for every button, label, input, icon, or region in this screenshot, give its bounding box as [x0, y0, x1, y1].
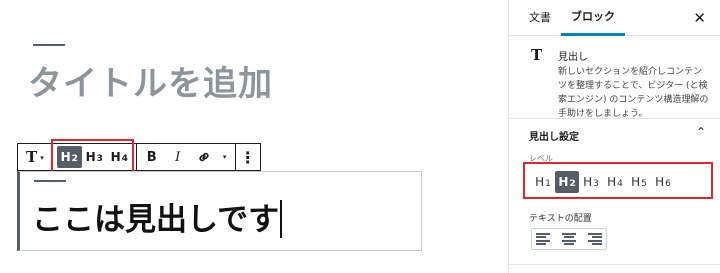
align-right-icon[interactable] [586, 232, 602, 246]
heading-text: ここは見出しです [32, 202, 280, 238]
level-h4-button[interactable]: H4 [603, 171, 627, 193]
heading-level-number: 3 [593, 179, 599, 189]
heading-letter: H [110, 150, 121, 164]
close-icon[interactable]: ✕ [693, 9, 706, 27]
tab-document[interactable]: 文書 [519, 0, 561, 36]
heading-block-icon: T [531, 46, 543, 64]
heading-letter: H [558, 175, 569, 189]
heading-level-number: 3 [96, 154, 103, 164]
panel-title: 見出し設定 [529, 132, 579, 143]
toolbar-heading-2-button[interactable]: H2 [56, 146, 82, 168]
block-type-switcher[interactable]: T ▾ [18, 144, 52, 170]
sidebar-tabs: 文書 ブロック ✕ [509, 0, 720, 36]
heading-level-number: 1 [545, 179, 551, 189]
chevron-down-icon: ▾ [40, 152, 44, 162]
block-toolbar: T ▾ H2 H3 H4 B I ▾ ⋮ [17, 143, 261, 171]
block-card-title: 見出し [558, 52, 588, 63]
text-alignment-label: テキストの配置 [529, 214, 592, 224]
text-alignment-group [531, 228, 607, 250]
heading-letter: H [85, 150, 96, 164]
heading-level-selector: H1 H2 H3 H4 H5 H6 [531, 170, 675, 194]
heading-letter: H [583, 175, 593, 189]
heading-letter: H [631, 175, 641, 189]
align-left-icon[interactable] [536, 232, 552, 246]
heading-level-number: 2 [71, 154, 78, 164]
post-title-input[interactable]: タイトルを追加 [28, 56, 273, 105]
heading-block[interactable]: ここは見出しです [17, 171, 422, 251]
heading-level-number: 4 [617, 179, 623, 189]
heading-level-number: 4 [121, 154, 128, 164]
panel-divider [509, 264, 720, 265]
bold-button[interactable]: B [139, 144, 165, 170]
toolbar-heading-3-button[interactable]: H3 [82, 146, 107, 168]
format-group: B I ▾ [137, 144, 235, 170]
heading-block-icon: T [26, 148, 38, 166]
heading-letter: H [60, 150, 71, 164]
level-label: レベル [529, 154, 553, 163]
settings-sidebar: 文書 ブロック ✕ T 見出し 新しいセクションを紹介しコンテンツを整理すること… [508, 0, 720, 273]
text-cursor [280, 200, 283, 238]
link-button[interactable] [191, 144, 217, 170]
toolbar-heading-4-button[interactable]: H4 [107, 146, 132, 168]
tab-block[interactable]: ブロック [561, 0, 625, 36]
heading-letter: H [535, 175, 545, 189]
more-formats-dropdown[interactable]: ▾ [217, 144, 233, 170]
heading-letter: H [607, 175, 617, 189]
level-h3-button[interactable]: H3 [579, 171, 603, 193]
heading-level-number: 6 [665, 179, 671, 189]
heading-level-number: 2 [569, 179, 576, 189]
heading-block-content[interactable]: ここは見出しです [32, 194, 283, 239]
heading-level-group: H2 H3 H4 [53, 146, 136, 168]
level-h6-button[interactable]: H6 [651, 171, 675, 193]
more-options-button[interactable]: ⋮ [236, 144, 260, 170]
heading-level-number: 5 [641, 179, 647, 189]
editor-canvas: タイトルを追加 T ▾ H2 H3 H4 B I ▾ ⋮ ここは見出しです [0, 0, 508, 273]
block-card-description: 新しいセクションを紹介しコンテンツを整理することで、ビジター (と検索エンジン)… [558, 67, 709, 119]
block-card: T 見出し 新しいセクションを紹介しコンテンツを整理することで、ビジター (と検… [509, 37, 720, 119]
italic-button[interactable]: I [165, 144, 191, 170]
chevron-up-icon: ⌃ [695, 125, 706, 139]
align-center-icon[interactable] [561, 232, 577, 246]
block-separator [34, 180, 66, 182]
link-icon [199, 152, 209, 162]
heading-settings-panel-toggle[interactable]: 見出し設定 ⌃ [509, 120, 720, 148]
title-separator [33, 44, 65, 46]
heading-letter: H [655, 175, 665, 189]
level-h1-button[interactable]: H1 [531, 171, 555, 193]
level-h2-button[interactable]: H2 [555, 171, 579, 193]
level-h5-button[interactable]: H5 [627, 171, 651, 193]
